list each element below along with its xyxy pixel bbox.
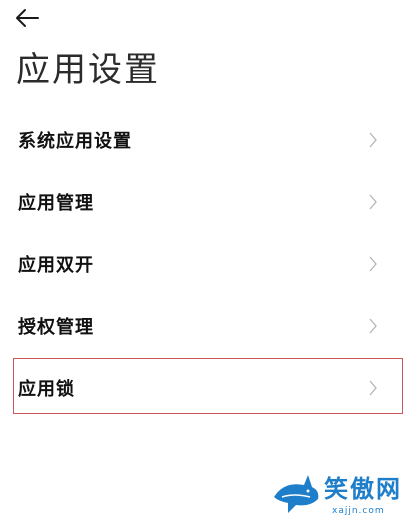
settings-item-dual-apps[interactable]: 应用双开 [0, 233, 416, 295]
chevron-right-icon [369, 132, 377, 148]
watermark-logo: 笑傲网 xajjn.com [274, 475, 402, 516]
chevron-right-icon [369, 194, 377, 210]
settings-item-system-app-settings[interactable]: 系统应用设置 [0, 109, 416, 171]
shark-logo [274, 475, 319, 513]
chevron-right-icon [369, 318, 377, 334]
settings-item-label: 系统应用设置 [18, 131, 132, 152]
page-title: 应用设置 [16, 50, 160, 90]
settings-item-permission-management[interactable]: 授权管理 [0, 295, 416, 357]
settings-item-app-lock[interactable]: 应用锁 [0, 357, 416, 419]
watermark-text: 笑傲网 [324, 475, 402, 503]
back-button[interactable] [14, 4, 48, 32]
arrow-left-icon [16, 9, 39, 27]
watermark-url: xajjn.com [332, 506, 385, 516]
chevron-right-icon [369, 380, 377, 396]
settings-item-label: 授权管理 [18, 317, 94, 338]
chevron-right-icon [369, 256, 377, 272]
settings-list: 系统应用设置 应用管理 应用双开 授权管理 应用锁 [0, 109, 416, 419]
settings-item-label: 应用双开 [18, 255, 94, 276]
settings-item-app-management[interactable]: 应用管理 [0, 171, 416, 233]
settings-item-label: 应用锁 [18, 379, 75, 400]
settings-item-label: 应用管理 [18, 193, 94, 214]
watermark: 笑傲网 xajjn.com [270, 467, 410, 517]
